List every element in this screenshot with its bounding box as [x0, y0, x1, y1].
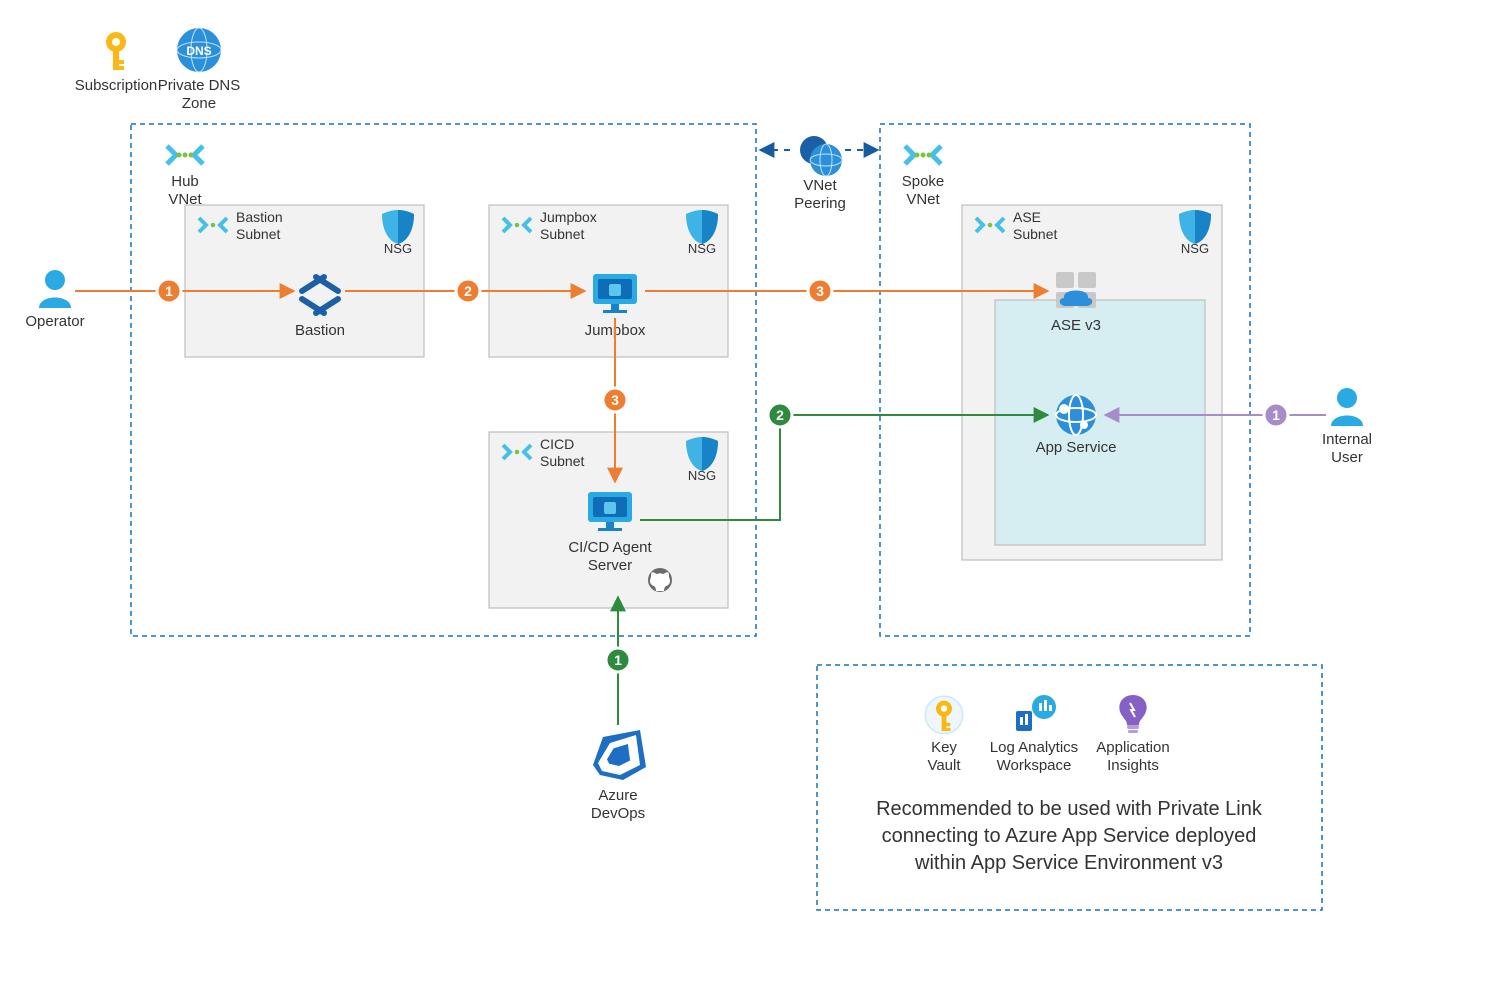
appinsights-l2: Insights [1107, 757, 1159, 774]
spoke-vnet-icon [905, 146, 941, 164]
asev3-label: ASE v3 [1051, 317, 1101, 334]
ase-subnet-l2: Subnet [1013, 226, 1057, 242]
cicd-agent-label-1: CI/CD Agent [568, 539, 652, 556]
flow-green-num-2: 2 [776, 407, 784, 423]
flow-green-num-1: 1 [614, 652, 622, 668]
cicd-subnet-l2: Subnet [540, 453, 584, 469]
internal-user-l1: Internal [1322, 431, 1372, 448]
app-service-icon [1056, 395, 1096, 435]
bastion-subnet-l1: Bastion [236, 209, 283, 225]
keyvault-l2: Vault [927, 757, 961, 774]
hub-vnet-label-1: Hub [171, 173, 199, 190]
internal-user-icon [1331, 388, 1363, 426]
azure-devops-l1: Azure [598, 787, 637, 804]
flow-purple-num-1: 1 [1272, 407, 1280, 423]
operator-label: Operator [25, 313, 84, 330]
recommendation-l2: connecting to Azure App Service deployed [882, 825, 1257, 847]
diagram-canvas: DNS [0, 0, 1496, 1004]
private-dns-label-1: Private DNS [158, 77, 241, 94]
loganalytics-l1: Log Analytics [990, 739, 1078, 756]
vnet-peering-icon [800, 136, 842, 176]
flow-orange-num-2: 2 [464, 283, 472, 299]
subscription-icon [106, 32, 126, 70]
jumpbox-subnet-l2: Subnet [540, 226, 584, 242]
cicd-nsg-label: NSG [688, 468, 716, 483]
ase-nsg-label: NSG [1181, 241, 1209, 256]
operator-icon [39, 270, 71, 308]
loganalytics-l2: Workspace [997, 757, 1072, 774]
vnet-peering-label-1: VNet [803, 177, 837, 194]
private-dns-label-2: Zone [182, 95, 216, 112]
flow-orange-num-1: 1 [165, 283, 173, 299]
recommendation-l3: within App Service Environment v3 [914, 852, 1223, 874]
cicd-subnet-l1: CICD [540, 436, 574, 452]
spoke-vnet-label-2: VNet [906, 191, 940, 208]
ase-inner-box [995, 300, 1205, 545]
azure-devops-icon [593, 730, 646, 780]
hub-vnet-icon [167, 146, 203, 164]
loganalytics-icon [1016, 695, 1056, 731]
internal-user-l2: User [1331, 449, 1363, 466]
flow-orange-num-3b: 3 [611, 392, 619, 408]
bastion-label: Bastion [295, 322, 345, 339]
ase-subnet-l1: ASE [1013, 209, 1041, 225]
vnet-peering-label-2: Peering [794, 195, 846, 212]
keyvault-l1: Key [931, 739, 957, 756]
bastion-nsg-label: NSG [384, 241, 412, 256]
subscription-label: Subscription [75, 77, 158, 94]
private-dns-zone-icon [177, 28, 221, 72]
appinsights-icon [1119, 695, 1146, 733]
keyvault-icon [926, 697, 962, 733]
app-service-label: App Service [1036, 439, 1117, 456]
cicd-agent-label-2: Server [588, 557, 632, 574]
jumpbox-nsg-label: NSG [688, 241, 716, 256]
recommendation-l1: Recommended to be used with Private Link [876, 798, 1263, 820]
appinsights-l1: Application [1096, 739, 1169, 756]
spoke-vnet-label-1: Spoke [902, 173, 945, 190]
flow-orange-num-3a: 3 [816, 283, 824, 299]
github-icon [648, 568, 672, 592]
bastion-subnet-l2: Subnet [236, 226, 280, 242]
azure-devops-l2: DevOps [591, 805, 645, 822]
jumpbox-subnet-l1: Jumpbox [540, 209, 597, 225]
